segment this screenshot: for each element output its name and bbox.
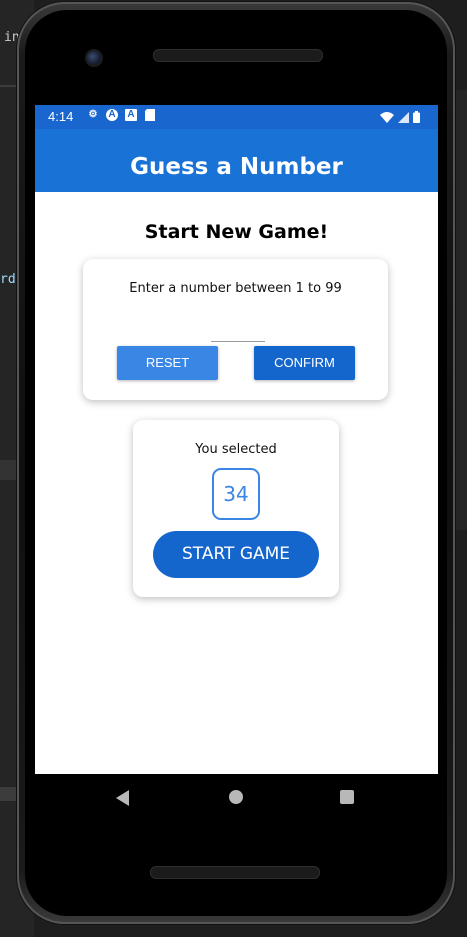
a-box-icon: A xyxy=(125,109,137,121)
back-icon[interactable] xyxy=(116,790,129,806)
front-camera-icon xyxy=(85,49,103,67)
status-time: 4:14 xyxy=(48,109,74,124)
home-icon[interactable] xyxy=(229,790,243,804)
battery-icon xyxy=(413,110,420,128)
selected-number: 34 xyxy=(212,468,260,520)
settings-icon: ⚙ xyxy=(88,109,98,120)
recents-icon[interactable] xyxy=(340,790,354,804)
cellular-icon xyxy=(398,110,409,128)
editor-scroll-box xyxy=(0,460,18,480)
number-input[interactable] xyxy=(211,317,265,342)
editor-right-panel xyxy=(455,90,467,530)
wifi-icon xyxy=(380,110,394,128)
confirm-button[interactable]: CONFIRM xyxy=(254,346,355,380)
status-icons-left: ⚙ A A xyxy=(87,109,156,121)
status-bar: 4:14 ⚙ A A xyxy=(35,105,438,129)
input-card: Enter a number between 1 to 99 RESET CON… xyxy=(83,259,388,400)
a-icon: A xyxy=(106,109,118,121)
input-instruction: Enter a number between 1 to 99 xyxy=(129,281,342,296)
device-screen: 4:14 ⚙ A A Guess a Number Start New Game… xyxy=(35,105,438,774)
start-game-button[interactable]: START GAME xyxy=(153,531,319,578)
page-title: Start New Game! xyxy=(144,221,329,243)
navigation-bar xyxy=(35,774,438,822)
bottom-speaker xyxy=(150,866,320,879)
earpiece-speaker xyxy=(153,49,323,62)
selection-summary-card: You selected 34 START GAME xyxy=(133,420,339,597)
selected-label: You selected xyxy=(195,442,277,457)
status-icons-right xyxy=(380,110,420,128)
reset-button[interactable]: RESET xyxy=(117,346,218,380)
app-title: Guess a Number xyxy=(130,154,343,180)
sd-card-icon xyxy=(144,109,156,121)
